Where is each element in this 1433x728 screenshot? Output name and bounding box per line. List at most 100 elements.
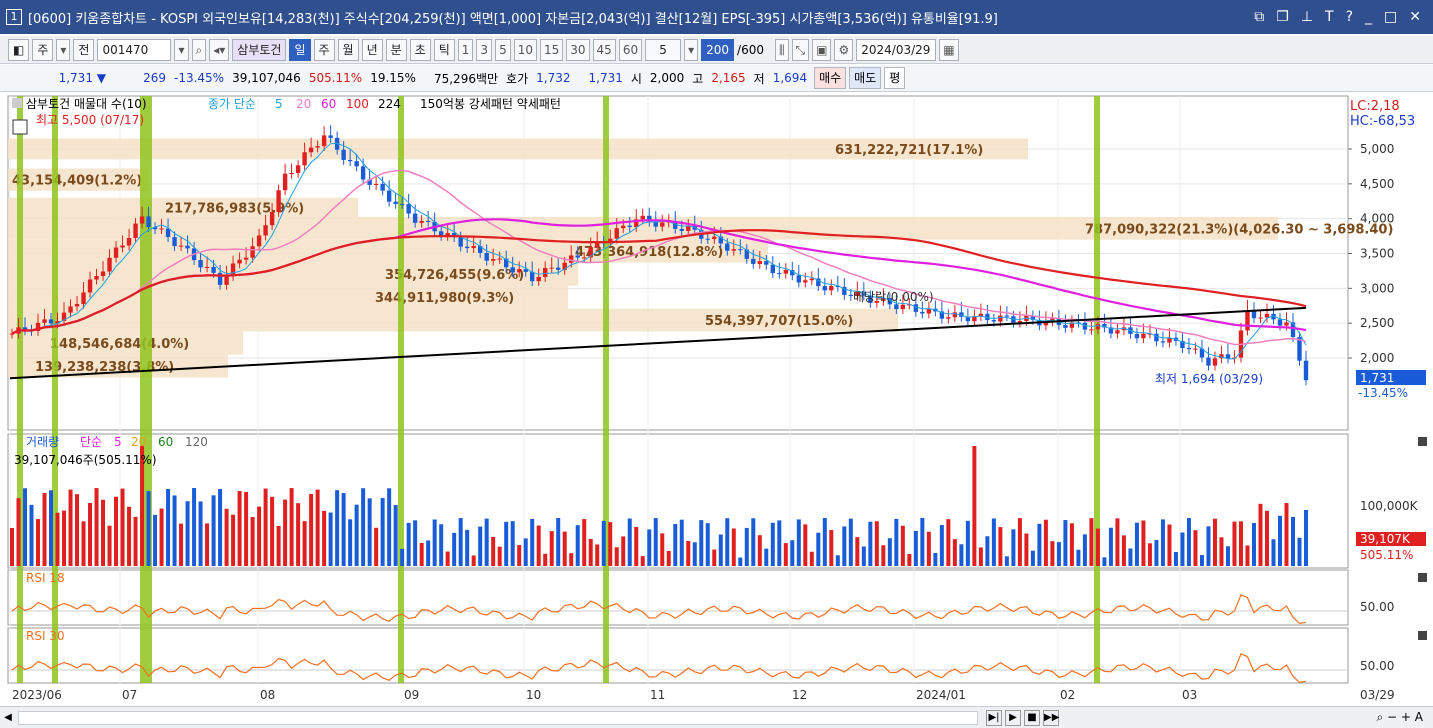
volume-bar [952, 539, 957, 566]
scroll-track[interactable] [18, 710, 978, 725]
window-controls: ⧉ ❐ ⊥ T ? _ □ ✕ [1254, 9, 1433, 25]
stock-code-input[interactable]: 001470 [97, 38, 172, 61]
market-dropdown-icon[interactable]: ▾ [56, 38, 71, 61]
volume-bar [354, 504, 359, 566]
volume-bar [913, 530, 918, 566]
date-axis-label: 03/29 [1360, 688, 1395, 702]
pin-icon[interactable]: ⊥ [1301, 9, 1313, 25]
sound-icon[interactable]: ◂▾ [209, 38, 230, 61]
chart-type-icon[interactable]: ⫼ [775, 38, 789, 61]
candle-body [822, 286, 828, 291]
candle-body [399, 203, 405, 205]
tab-year[interactable]: 년 [361, 38, 383, 61]
candle-body [510, 267, 515, 273]
horizontal-scrollbar[interactable]: ◀ ▶| ▶ ■ ▶▶ ⌕ − + A [0, 706, 1433, 728]
stock-name-field[interactable]: 삼부토건 [232, 38, 287, 61]
tab-tick[interactable]: 틱 [433, 38, 455, 61]
search-icon[interactable]: ⌕ [191, 38, 207, 61]
profile-label: 344,911,980(9.3%) [375, 291, 514, 306]
volume-bar [1258, 503, 1263, 566]
close-icon[interactable]: ✕ [1409, 9, 1421, 25]
date-axis-label: 08 [260, 688, 275, 702]
volume-bar [16, 498, 21, 566]
volume-bar [81, 521, 86, 566]
zoom-controls[interactable]: ⌕ − + A [1377, 710, 1433, 725]
legend-vol-20: 20 [131, 435, 146, 449]
buy-button[interactable]: 매수 [814, 67, 847, 89]
volume-bar [842, 526, 847, 566]
draw-icon[interactable]: ⤡ [791, 38, 810, 61]
volume-bar [62, 510, 67, 566]
candle-body [406, 204, 411, 214]
interval-5[interactable]: 5 [495, 38, 511, 61]
step-back-icon[interactable]: ▶| [986, 709, 1002, 726]
settings-icon[interactable]: ⚙ [834, 38, 854, 61]
candle-body [159, 228, 164, 230]
price-axis-label: 4,000 [1360, 212, 1394, 226]
interval-3[interactable]: 3 [476, 38, 493, 61]
candle-body [751, 258, 756, 264]
window-number: 1 [6, 9, 22, 25]
volume-bar [1304, 509, 1308, 566]
interval-input[interactable]: 5 [645, 38, 682, 61]
tab-day[interactable]: 일 [289, 38, 311, 61]
interval-10[interactable]: 10 [513, 38, 537, 61]
tab-minute[interactable]: 분 [385, 38, 407, 61]
prev-button[interactable]: 전 [73, 38, 95, 61]
candle-body [679, 228, 684, 231]
stop-icon[interactable]: ■ [1024, 709, 1040, 726]
play-icon[interactable]: ▶ [1005, 709, 1021, 726]
scroll-left-icon[interactable]: ◀ [0, 712, 16, 723]
candle-body [952, 312, 958, 318]
candle-body [764, 261, 769, 265]
legend-ma224: 224 [378, 97, 401, 111]
volume-bar [55, 512, 60, 566]
volume-bar [1134, 522, 1139, 566]
trade-amount: 75,296백만 [433, 71, 499, 86]
volume-bar [1290, 516, 1295, 566]
volume-bar [426, 540, 431, 566]
link-icon[interactable]: ⧉ [1254, 9, 1264, 25]
profile-label: 554,397,707(15.0%) [705, 314, 853, 329]
market-select[interactable]: 주 [32, 38, 54, 61]
volume-bar [1024, 533, 1029, 566]
interval-60[interactable]: 60 [618, 38, 643, 61]
candle-body [1193, 348, 1198, 350]
interval-45[interactable]: 45 [592, 38, 616, 61]
help-icon[interactable]: ? [1346, 9, 1353, 25]
calculator-icon[interactable] [12, 119, 28, 135]
legend-rsi18: RSI 18 [26, 571, 65, 585]
code-dropdown-icon[interactable]: ▾ [174, 38, 189, 61]
count-input[interactable]: 200 [701, 38, 735, 61]
tab-second[interactable]: 초 [409, 38, 431, 61]
candle-body [1258, 317, 1263, 319]
ask-price: 1,732 [536, 71, 571, 85]
tab-month[interactable]: 월 [337, 38, 359, 61]
interval-30[interactable]: 30 [566, 38, 590, 61]
interval-dropdown-icon[interactable]: ▾ [684, 38, 699, 61]
eval-button[interactable]: 평 [884, 67, 906, 89]
maximize-icon[interactable]: □ [1384, 9, 1397, 25]
high-annotation: 최고 5,500 (07/17) [36, 113, 144, 127]
volume-bar [166, 488, 171, 566]
font-icon[interactable]: T [1325, 9, 1334, 25]
stock-chart[interactable]: 631,222,721(17.1%) 787,090,322(21.3%)(4,0… [0, 94, 1433, 706]
copy-icon[interactable]: ❐ [1276, 9, 1289, 25]
layout-icon[interactable]: ◧ [8, 38, 30, 61]
save-icon[interactable]: ▣ [812, 38, 832, 61]
date-input[interactable]: 2024/03/29 [856, 38, 937, 61]
sell-button[interactable]: 매도 [849, 67, 882, 89]
tab-week[interactable]: 주 [313, 38, 335, 61]
fast-forward-icon[interactable]: ▶▶ [1043, 709, 1059, 726]
volume-bar [803, 524, 808, 566]
candle-body [1160, 341, 1166, 343]
volume-bar [387, 488, 392, 566]
volume-bar [237, 490, 242, 566]
interval-1[interactable]: 1 [457, 38, 474, 61]
candle-body [100, 271, 106, 277]
minimize-icon[interactable]: _ [1365, 9, 1372, 25]
calendar-icon[interactable]: ▦ [939, 38, 959, 61]
volume-bar [270, 496, 275, 566]
interval-15[interactable]: 15 [539, 38, 564, 61]
volume-bar [400, 548, 405, 566]
